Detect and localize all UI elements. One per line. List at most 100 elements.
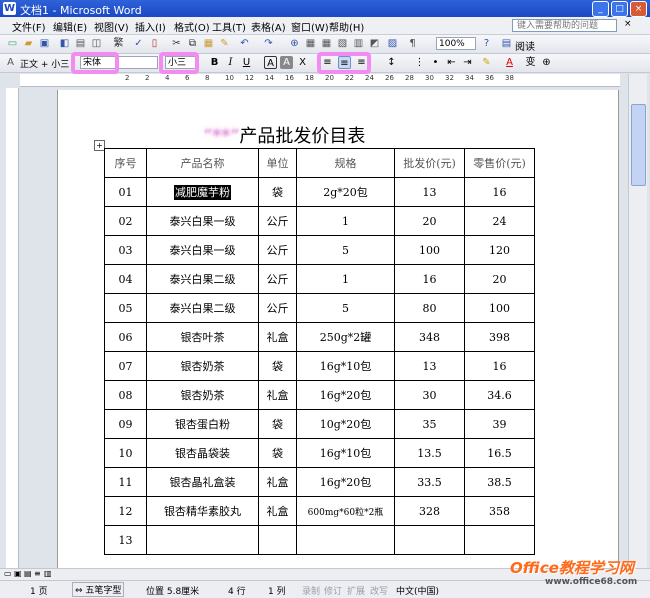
unit-cell[interactable]: 袋 bbox=[258, 351, 297, 381]
insert-excel-icon[interactable]: ▧ bbox=[336, 37, 349, 50]
unit-cell[interactable]: 公斤 bbox=[258, 206, 297, 236]
print-view-icon[interactable]: ▤ bbox=[24, 569, 32, 578]
retail-cell[interactable]: 16 bbox=[464, 351, 535, 381]
spec-cell[interactable]: 16g*10包 bbox=[296, 351, 395, 381]
save-icon[interactable]: ▣ bbox=[38, 37, 51, 50]
retail-cell[interactable] bbox=[464, 525, 535, 555]
vertical-ruler[interactable] bbox=[6, 88, 19, 568]
spec-cell[interactable]: 5 bbox=[296, 293, 395, 323]
name-cell[interactable]: 银杏叶茶 bbox=[146, 322, 259, 352]
phonetic-guide-icon[interactable]: 变 bbox=[524, 56, 537, 69]
spec-cell[interactable]: 16g*20包 bbox=[296, 380, 395, 410]
maximize-button[interactable]: □ bbox=[611, 1, 628, 17]
name-cell[interactable]: 银杏蛋白粉 bbox=[146, 409, 259, 439]
spelling-icon[interactable]: ✓ bbox=[132, 37, 145, 50]
unit-cell[interactable]: 袋 bbox=[258, 177, 297, 207]
header-cell[interactable]: 序号 bbox=[104, 148, 147, 178]
wholesale-cell[interactable]: 100 bbox=[394, 235, 465, 265]
zoom-select[interactable]: 100% bbox=[436, 37, 476, 50]
seq-cell[interactable]: 12 bbox=[104, 496, 147, 526]
menu-edit[interactable]: 编辑(E) bbox=[53, 19, 87, 34]
research-book-icon[interactable]: ▯ bbox=[148, 37, 161, 50]
spec-cell[interactable]: 1 bbox=[296, 206, 395, 236]
columns-icon[interactable]: ▥ bbox=[352, 37, 365, 50]
header-cell[interactable]: 批发价(元) bbox=[394, 148, 465, 178]
name-cell[interactable] bbox=[146, 525, 259, 555]
line-spacing-icon[interactable]: ↕ bbox=[385, 56, 398, 69]
seq-cell[interactable]: 06 bbox=[104, 322, 147, 352]
wholesale-cell[interactable]: 35 bbox=[394, 409, 465, 439]
doc-close-icon[interactable]: × bbox=[624, 19, 632, 29]
insert-table-icon[interactable]: ▦ bbox=[320, 37, 333, 50]
spec-cell[interactable]: 16g*10包 bbox=[296, 438, 395, 468]
wholesale-cell[interactable]: 13 bbox=[394, 177, 465, 207]
italic-icon[interactable]: I bbox=[224, 56, 237, 69]
menu-tools[interactable]: 工具(T) bbox=[212, 19, 246, 34]
numbering-icon[interactable]: ⋮ bbox=[413, 56, 426, 69]
wholesale-cell[interactable]: 80 bbox=[394, 293, 465, 323]
wholesale-cell[interactable]: 13.5 bbox=[394, 438, 465, 468]
name-cell[interactable]: 银杏精华素胶丸 bbox=[146, 496, 259, 526]
seq-cell[interactable]: 03 bbox=[104, 235, 147, 265]
web-view-icon[interactable]: ▣ bbox=[14, 569, 22, 578]
retail-cell[interactable]: 20 bbox=[464, 264, 535, 294]
redo-icon[interactable]: ↷ bbox=[262, 37, 275, 50]
status-record[interactable]: 录制 bbox=[302, 584, 320, 597]
header-cell[interactable]: 产品名称 bbox=[146, 148, 259, 178]
word-app-icon[interactable]: W bbox=[3, 2, 16, 15]
name-cell[interactable]: 银杏奶茶 bbox=[146, 351, 259, 381]
seq-cell[interactable]: 09 bbox=[104, 409, 147, 439]
seq-cell[interactable]: 01 bbox=[104, 177, 147, 207]
outline-view-icon[interactable]: ≡ bbox=[34, 569, 41, 578]
wholesale-cell[interactable]: 13 bbox=[394, 351, 465, 381]
menu-view[interactable]: 视图(V) bbox=[94, 19, 129, 34]
read-mode-label[interactable]: 阅读 bbox=[515, 38, 535, 53]
seq-cell[interactable]: 07 bbox=[104, 351, 147, 381]
unit-cell[interactable]: 袋 bbox=[258, 438, 297, 468]
decrease-indent-icon[interactable]: ⇤ bbox=[445, 56, 458, 69]
spec-cell[interactable]: 2g*20包 bbox=[296, 177, 395, 207]
unit-cell[interactable]: 礼盒 bbox=[258, 467, 297, 497]
name-cell[interactable]: 泰兴白果一级 bbox=[146, 235, 259, 265]
tables-borders-icon[interactable]: ▦ bbox=[304, 37, 317, 50]
increase-indent-icon[interactable]: ⇥ bbox=[461, 56, 474, 69]
menu-help[interactable]: 帮助(H) bbox=[329, 19, 364, 34]
spec-cell[interactable]: 5 bbox=[296, 235, 395, 265]
unit-cell[interactable]: 礼盒 bbox=[258, 322, 297, 352]
bullets-icon[interactable]: • bbox=[429, 56, 442, 69]
retail-cell[interactable]: 38.5 bbox=[464, 467, 535, 497]
header-cell[interactable]: 规格 bbox=[296, 148, 395, 178]
seq-cell[interactable]: 10 bbox=[104, 438, 147, 468]
normal-view-icon[interactable]: ▭ bbox=[4, 569, 12, 578]
scrollbar-thumb[interactable] bbox=[631, 104, 646, 186]
paste-icon[interactable]: ▦ bbox=[202, 37, 215, 50]
research-icon[interactable]: 繁 bbox=[112, 37, 125, 50]
unit-cell[interactable]: 公斤 bbox=[258, 235, 297, 265]
selected-text[interactable]: 减肥魔芋粉 bbox=[174, 185, 231, 200]
spec-cell[interactable]: 1 bbox=[296, 264, 395, 294]
seq-cell[interactable]: 05 bbox=[104, 293, 147, 323]
style-select[interactable]: 正文 + 小三 bbox=[20, 57, 69, 70]
name-cell[interactable]: 银杏晶礼盒装 bbox=[146, 467, 259, 497]
wholesale-cell[interactable]: 16 bbox=[394, 264, 465, 294]
seq-cell[interactable]: 04 bbox=[104, 264, 147, 294]
close-button[interactable]: × bbox=[630, 1, 647, 17]
print-preview-icon[interactable]: ◫ bbox=[90, 37, 103, 50]
retail-cell[interactable]: 16 bbox=[464, 177, 535, 207]
char-scale-icon[interactable]: X bbox=[296, 56, 309, 69]
menu-table[interactable]: 表格(A) bbox=[251, 19, 286, 34]
format-painter-icon[interactable]: ✎ bbox=[218, 37, 231, 50]
seq-cell[interactable]: 02 bbox=[104, 206, 147, 236]
menu-format[interactable]: 格式(O) bbox=[174, 19, 210, 34]
spec-cell[interactable] bbox=[296, 525, 395, 555]
retail-cell[interactable]: 34.6 bbox=[464, 380, 535, 410]
seq-cell[interactable]: 08 bbox=[104, 380, 147, 410]
header-cell[interactable]: 单位 bbox=[258, 148, 297, 178]
wholesale-cell[interactable]: 33.5 bbox=[394, 467, 465, 497]
cut-icon[interactable]: ✂ bbox=[170, 37, 183, 50]
unit-cell[interactable]: 礼盒 bbox=[258, 496, 297, 526]
spec-cell[interactable]: 10g*20包 bbox=[296, 409, 395, 439]
unit-cell[interactable]: 公斤 bbox=[258, 293, 297, 323]
new-document-icon[interactable]: ▭ bbox=[6, 37, 19, 50]
menu-window[interactable]: 窗口(W) bbox=[291, 19, 329, 34]
